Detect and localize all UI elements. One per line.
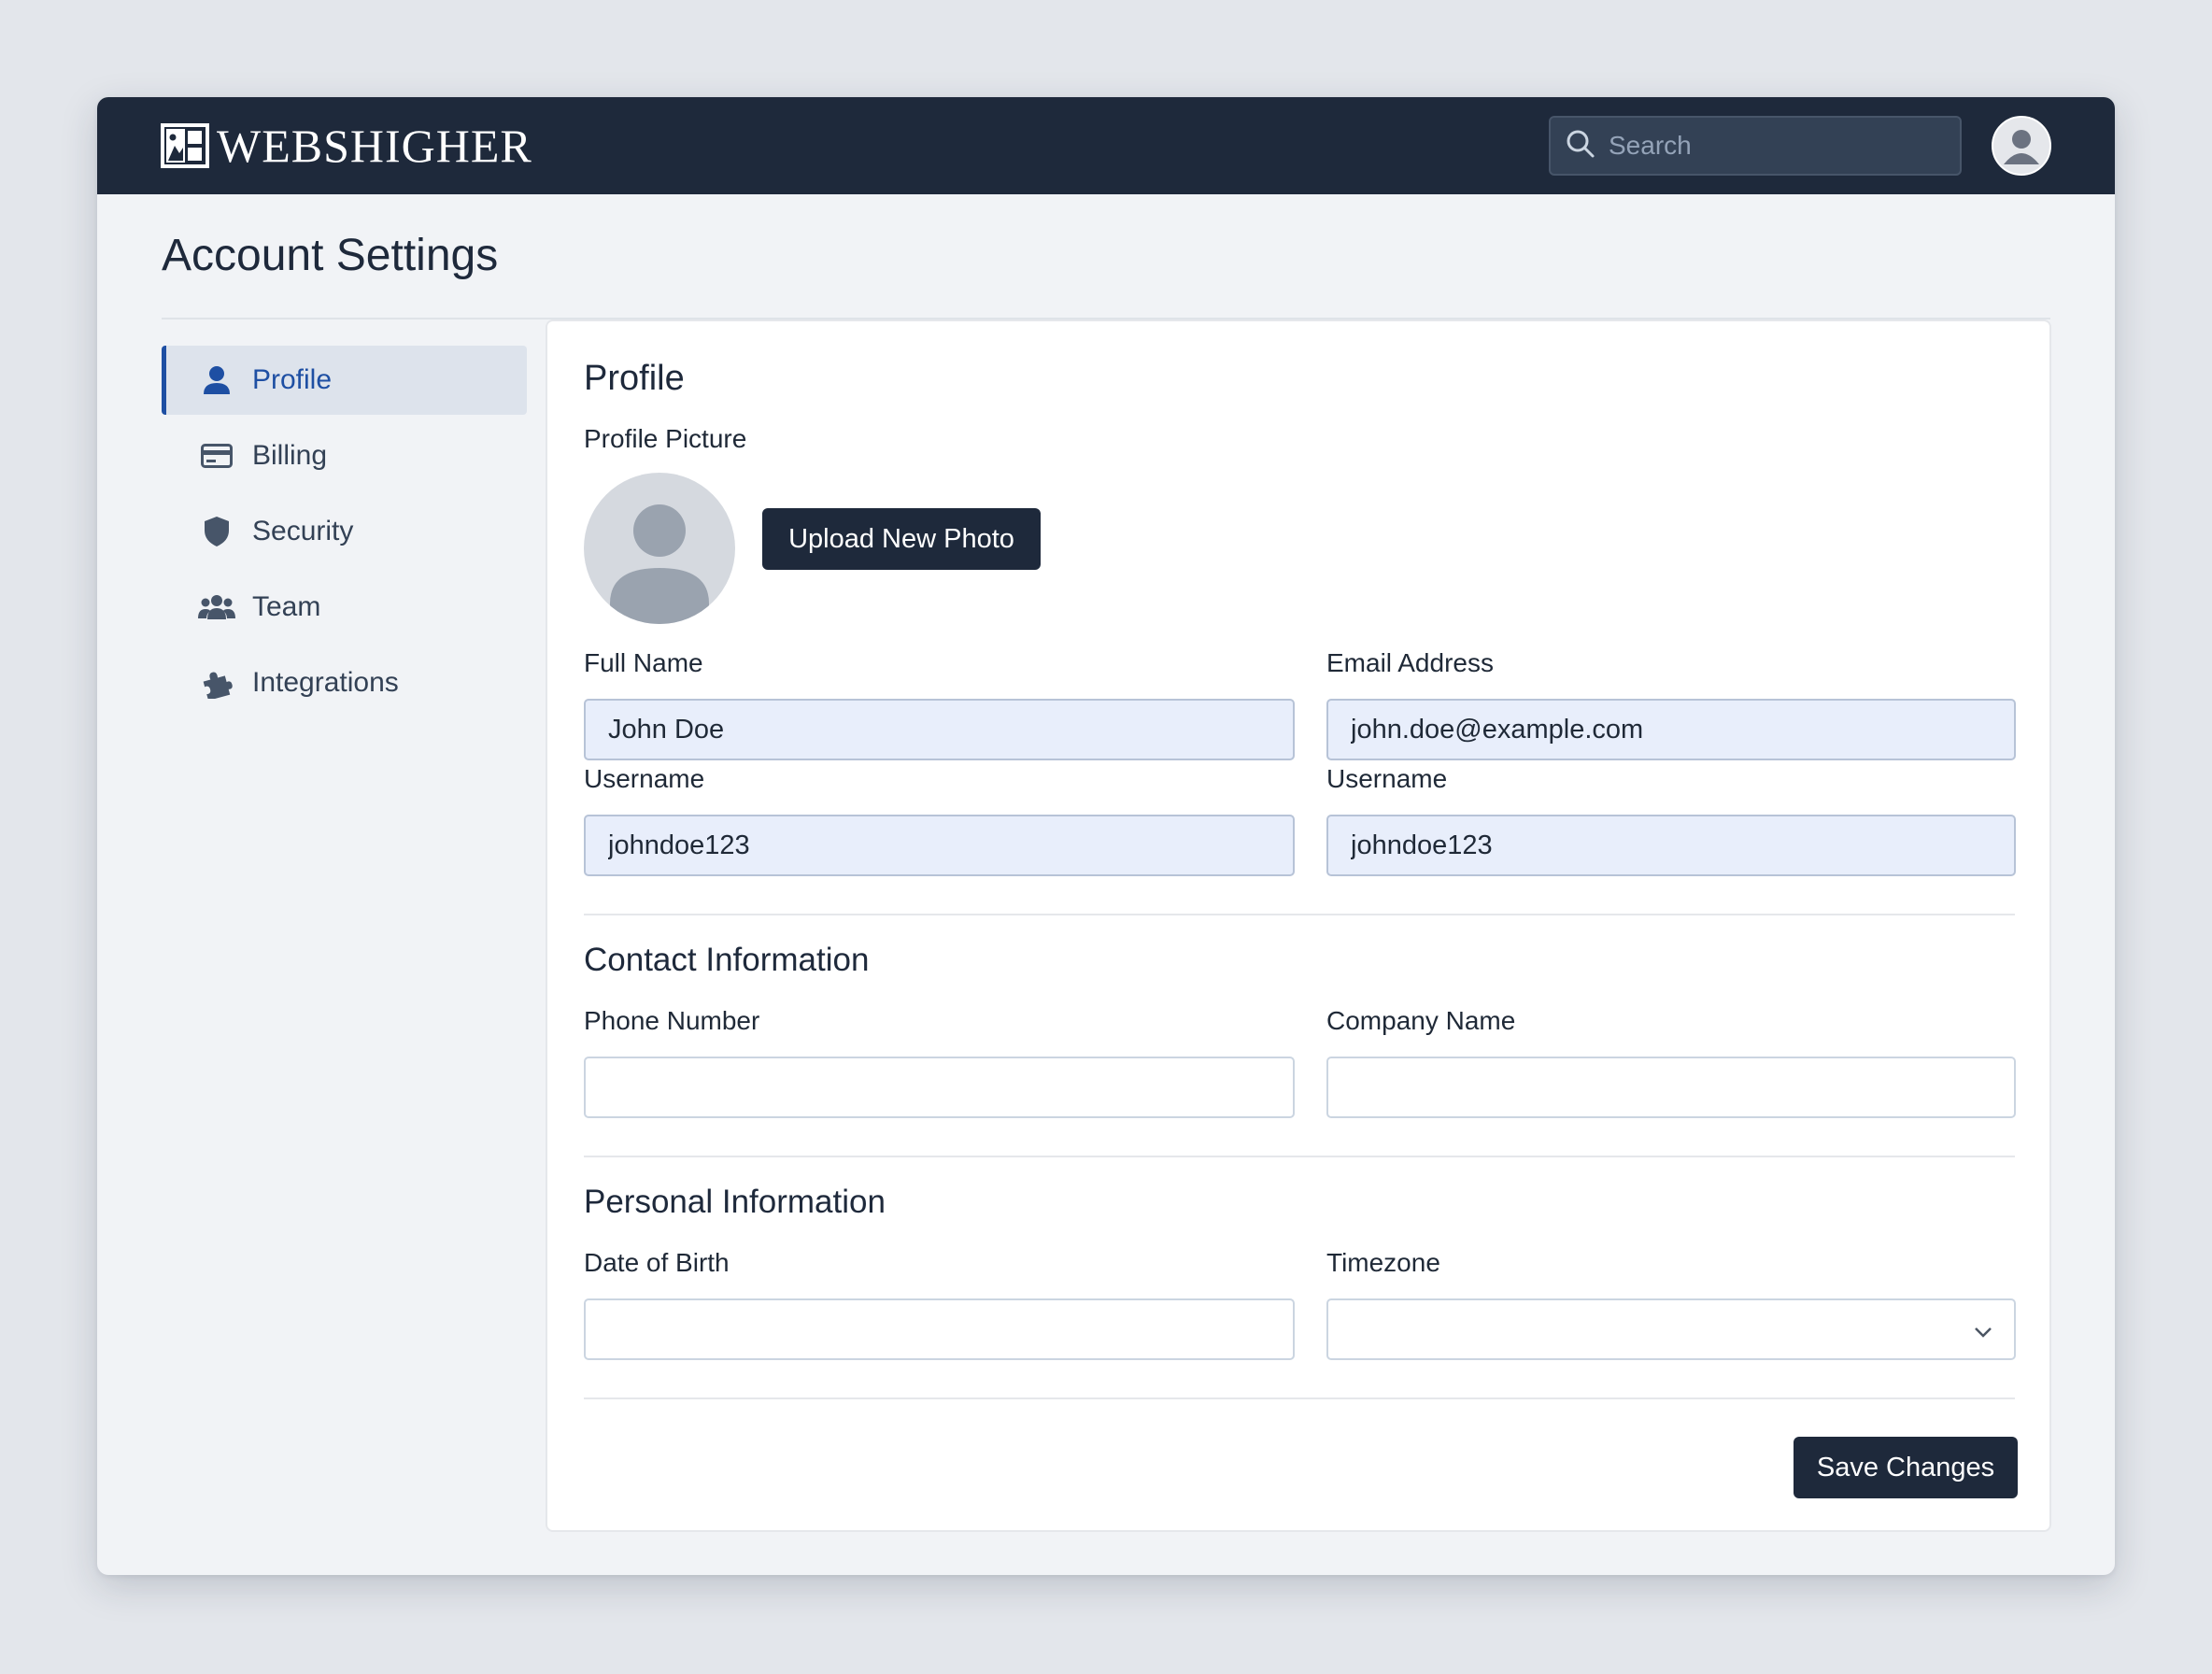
settings-sidebar: Profile Billing Security Team Integratio…	[162, 346, 527, 724]
avatar-placeholder-icon	[610, 504, 709, 624]
company-label: Company Name	[1326, 1006, 1516, 1035]
full-name-label: Full Name	[584, 648, 703, 677]
sidebar-item-label: Billing	[252, 440, 328, 471]
contact-section-title: Contact Information	[584, 942, 870, 978]
page-title: Account Settings	[162, 231, 499, 280]
search-input[interactable]	[1609, 131, 1945, 161]
sidebar-item-profile[interactable]: Profile	[162, 346, 527, 415]
email-field[interactable]	[1326, 699, 2016, 760]
profile-photo	[584, 473, 735, 624]
brand-logo[interactable]: WEBSHIGHER	[161, 119, 532, 173]
phone-field[interactable]	[584, 1057, 1295, 1118]
app-window: WEBSHIGHER Account Settings	[97, 97, 2115, 1575]
search-box[interactable]	[1549, 116, 1962, 176]
username-field-2[interactable]	[1326, 815, 2016, 876]
full-name-field[interactable]	[584, 699, 1295, 760]
chevron-down-icon	[1973, 1319, 1993, 1350]
username-label: Username	[584, 764, 705, 793]
personal-section-title: Personal Information	[584, 1184, 886, 1220]
sidebar-item-label: Profile	[252, 364, 333, 395]
dob-label: Date of Birth	[584, 1248, 730, 1277]
sidebar-item-team[interactable]: Team	[162, 573, 527, 642]
search-icon	[1566, 129, 1595, 163]
profile-picture-label: Profile Picture	[584, 424, 747, 453]
sidebar-item-label: Security	[252, 516, 354, 546]
user-icon	[198, 362, 235, 399]
username-label-2: Username	[1326, 764, 1448, 793]
dob-field[interactable]	[584, 1298, 1295, 1360]
sidebar-item-label: Team	[252, 591, 321, 622]
email-label: Email Address	[1326, 648, 1494, 677]
logo-icon	[161, 123, 209, 168]
user-avatar-icon	[2004, 130, 2039, 164]
timezone-label: Timezone	[1326, 1248, 1440, 1277]
top-navbar: WEBSHIGHER	[97, 97, 2115, 194]
sidebar-item-integrations[interactable]: Integrations	[162, 648, 527, 717]
timezone-select[interactable]	[1326, 1298, 2016, 1360]
team-icon	[198, 589, 235, 626]
upload-photo-button[interactable]: Upload New Photo	[762, 508, 1041, 570]
credit-card-icon	[198, 437, 235, 475]
section-divider	[584, 1397, 2015, 1399]
sidebar-item-security[interactable]: Security	[162, 497, 527, 566]
username-field[interactable]	[584, 815, 1295, 876]
sidebar-item-billing[interactable]: Billing	[162, 421, 527, 490]
phone-label: Phone Number	[584, 1006, 760, 1035]
puzzle-icon	[198, 664, 235, 702]
shield-icon	[198, 513, 235, 550]
user-avatar[interactable]	[1992, 116, 2051, 176]
save-changes-button[interactable]: Save Changes	[1794, 1437, 2018, 1498]
brand-name: WEBSHIGHER	[217, 120, 532, 172]
section-divider	[584, 1156, 2015, 1157]
sidebar-item-label: Integrations	[252, 667, 399, 698]
profile-section-title: Profile	[584, 359, 685, 398]
company-field[interactable]	[1326, 1057, 2016, 1118]
section-divider	[584, 914, 2015, 915]
profile-card: Profile Profile Picture Upload New Photo…	[546, 319, 2051, 1532]
